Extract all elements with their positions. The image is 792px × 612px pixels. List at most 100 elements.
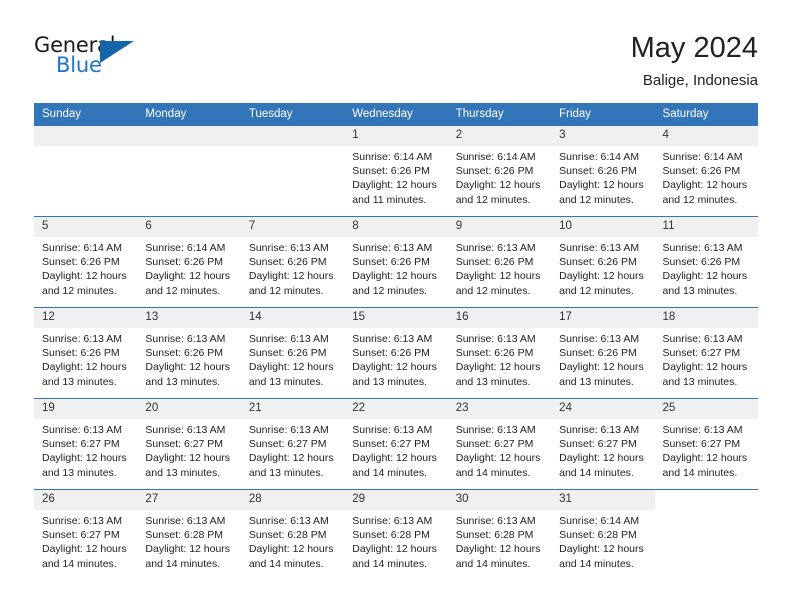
calendar-day-cell[interactable]: 30 Sunrise: 6:13 AM Sunset: 6:28 PM Dayligh…: [447, 489, 552, 580]
daylight-text-line2: and 13 minutes.: [662, 375, 738, 388]
calendar-day-cell[interactable]: 28 Sunrise: 6:13 AM Sunset: 6:28 PM Dayligh…: [240, 489, 345, 580]
day-details: Sunrise: 6:13 AM Sunset: 6:27 PM Daylight:…: [344, 419, 447, 480]
calendar-week-row: 5 Sunrise: 6:14 AM Sunset: 6:26 PM Daylight…: [34, 216, 758, 308]
daylight-text-line1: Daylight: 12 hours: [455, 179, 541, 192]
calendar-day-cell[interactable]: 24 Sunrise: 6:13 AM Sunset: 6:27 PM Dayligh…: [551, 398, 655, 490]
calendar-day-cell[interactable]: 16 Sunrise: 6:13 AM Sunset: 6:26 PM Dayligh…: [447, 307, 552, 399]
sunrise-text: Sunrise: 6:13 AM: [248, 242, 329, 254]
day-number: 9: [447, 217, 552, 237]
sunset-text: Sunset: 6:26 PM: [145, 256, 224, 269]
sunset-text: Sunset: 6:27 PM: [662, 438, 741, 451]
daylight-text-line1: Daylight: 12 hours: [559, 179, 644, 192]
sunset-text: Sunset: 6:28 PM: [559, 529, 637, 542]
daylight-text-line1: Daylight: 12 hours: [352, 270, 437, 283]
calendar-day-cell[interactable]: 1 Sunrise: 6:14 AM Sunset: 6:26 PM Daylight…: [344, 126, 448, 217]
daylight-text-line1: Daylight: 12 hours: [145, 270, 231, 283]
day-details: Sunrise: 6:13 AM Sunset: 6:26 PM Daylight:…: [34, 328, 137, 389]
calendar-day-cell[interactable]: 10 Sunrise: 6:13 AM Sunset: 6:26 PM Dayligh…: [551, 216, 655, 308]
daylight-text-line2: and 12 minutes.: [455, 284, 531, 297]
daylight-text-line1: Daylight: 12 hours: [662, 452, 748, 465]
calendar-day-cell[interactable]: 18 Sunrise: 6:13 AM Sunset: 6:27 PM Dayligh…: [654, 307, 758, 399]
day-number: 1: [344, 126, 448, 146]
day-number: 28: [240, 490, 345, 510]
day-details: Sunrise: 6:14 AM Sunset: 6:26 PM Daylight:…: [344, 146, 447, 207]
day-details: Sunrise: 6:14 AM Sunset: 6:26 PM Daylight:…: [448, 146, 551, 207]
calendar-day-cell[interactable]: 23 Sunrise: 6:13 AM Sunset: 6:27 PM Dayligh…: [447, 398, 552, 490]
sunset-text: Sunset: 6:26 PM: [42, 347, 120, 360]
calendar-day-cell[interactable]: 7 Sunrise: 6:13 AM Sunset: 6:26 PM Daylight…: [240, 216, 345, 308]
day-number: [34, 126, 138, 146]
sunrise-text: Sunrise: 6:14 AM: [352, 151, 433, 163]
sunrise-text: Sunrise: 6:14 AM: [145, 242, 226, 254]
calendar-day-cell[interactable]: 19 Sunrise: 6:13 AM Sunset: 6:27 PM Dayligh…: [34, 398, 138, 490]
sunset-text: Sunset: 6:27 PM: [42, 438, 120, 451]
sunrise-text: Sunrise: 6:13 AM: [559, 333, 640, 345]
day-details: Sunrise: 6:13 AM Sunset: 6:26 PM Daylight:…: [655, 237, 758, 298]
sunrise-text: Sunrise: 6:13 AM: [352, 242, 433, 254]
sunrise-text: Sunrise: 6:13 AM: [559, 242, 640, 254]
calendar-day-cell[interactable]: 15 Sunrise: 6:13 AM Sunset: 6:26 PM Dayligh…: [344, 307, 448, 399]
calendar-day-cell[interactable]: 29 Sunrise: 6:13 AM Sunset: 6:28 PM Dayligh…: [344, 489, 448, 580]
weekday-header-sunday: Sunday: [34, 103, 138, 126]
calendar-day-cell[interactable]: 31 Sunrise: 6:14 AM Sunset: 6:28 PM Dayligh…: [551, 489, 655, 580]
day-number: 30: [447, 490, 552, 510]
day-number: 16: [447, 308, 552, 328]
day-details: Sunrise: 6:13 AM Sunset: 6:28 PM Daylight:…: [448, 510, 551, 571]
calendar-day-cell[interactable]: 26 Sunrise: 6:13 AM Sunset: 6:27 PM Dayligh…: [34, 489, 138, 580]
daylight-text-line2: and 13 minutes.: [662, 284, 738, 297]
triangle-logo-icon: [100, 41, 134, 63]
calendar-day-cell[interactable]: 8 Sunrise: 6:13 AM Sunset: 6:26 PM Daylight…: [344, 216, 448, 308]
calendar-day-cell[interactable]: 14 Sunrise: 6:13 AM Sunset: 6:26 PM Dayligh…: [240, 307, 345, 399]
sunset-text: Sunset: 6:26 PM: [662, 165, 741, 178]
calendar-day-cell[interactable]: 9 Sunrise: 6:13 AM Sunset: 6:26 PM Daylight…: [447, 216, 552, 308]
sunrise-text: Sunrise: 6:13 AM: [455, 515, 536, 527]
day-number: 20: [137, 399, 241, 419]
calendar-day-cell[interactable]: 13 Sunrise: 6:13 AM Sunset: 6:26 PM Dayligh…: [137, 307, 241, 399]
sunrise-text: Sunrise: 6:14 AM: [42, 242, 122, 254]
day-details: Sunrise: 6:13 AM Sunset: 6:26 PM Daylight:…: [344, 328, 447, 389]
day-details: Sunrise: 6:13 AM Sunset: 6:26 PM Daylight:…: [137, 328, 240, 389]
daylight-text-line2: and 13 minutes.: [42, 466, 117, 479]
sunrise-text: Sunrise: 6:14 AM: [662, 151, 743, 163]
calendar-day-cell[interactable]: 17 Sunrise: 6:13 AM Sunset: 6:26 PM Dayligh…: [551, 307, 655, 399]
sunrise-text: Sunrise: 6:13 AM: [42, 333, 122, 345]
sunset-text: Sunset: 6:27 PM: [662, 347, 741, 360]
calendar-day-cell[interactable]: 22 Sunrise: 6:13 AM Sunset: 6:27 PM Dayligh…: [344, 398, 448, 490]
calendar-header-row: Sunday Monday Tuesday Wednesday Thursday…: [34, 103, 758, 126]
day-details: Sunrise: 6:13 AM Sunset: 6:26 PM Daylight:…: [344, 237, 447, 298]
calendar-day-cell[interactable]: 20 Sunrise: 6:13 AM Sunset: 6:27 PM Dayligh…: [137, 398, 241, 490]
calendar-page: General Blue May 2024 Balige, Indonesia …: [0, 0, 792, 612]
day-details: Sunrise: 6:13 AM Sunset: 6:27 PM Daylight:…: [551, 419, 654, 480]
sunrise-text: Sunrise: 6:13 AM: [455, 242, 536, 254]
calendar-week-row: 26 Sunrise: 6:13 AM Sunset: 6:27 PM Dayligh…: [34, 489, 758, 580]
day-details: Sunrise: 6:13 AM Sunset: 6:26 PM Daylight:…: [448, 328, 551, 389]
sunrise-text: Sunrise: 6:13 AM: [559, 424, 640, 436]
day-number: 27: [137, 490, 241, 510]
day-details: Sunrise: 6:13 AM Sunset: 6:28 PM Daylight:…: [241, 510, 344, 571]
calendar-day-cell[interactable]: 25 Sunrise: 6:13 AM Sunset: 6:27 PM Dayligh…: [654, 398, 758, 490]
calendar-day-cell[interactable]: 12 Sunrise: 6:13 AM Sunset: 6:26 PM Dayligh…: [34, 307, 138, 399]
daylight-text-line2: and 13 minutes.: [145, 375, 221, 388]
sunrise-text: Sunrise: 6:13 AM: [662, 424, 743, 436]
sunset-text: Sunset: 6:26 PM: [455, 165, 534, 178]
calendar-cell-empty: [137, 126, 241, 217]
sunrise-text: Sunrise: 6:14 AM: [559, 515, 640, 527]
day-number: 17: [551, 308, 655, 328]
day-details: Sunrise: 6:13 AM Sunset: 6:27 PM Daylight:…: [448, 419, 551, 480]
calendar-day-cell[interactable]: 5 Sunrise: 6:14 AM Sunset: 6:26 PM Daylight…: [34, 216, 138, 308]
calendar-day-cell[interactable]: 2 Sunrise: 6:14 AM Sunset: 6:26 PM Daylight…: [447, 126, 552, 217]
daylight-text-line1: Daylight: 12 hours: [248, 270, 334, 283]
daylight-text-line1: Daylight: 12 hours: [248, 543, 334, 556]
daylight-text-line1: Daylight: 12 hours: [42, 452, 127, 465]
calendar-day-cell[interactable]: 4 Sunrise: 6:14 AM Sunset: 6:26 PM Daylight…: [654, 126, 758, 217]
calendar-day-cell[interactable]: 11 Sunrise: 6:13 AM Sunset: 6:26 PM Dayligh…: [654, 216, 758, 308]
page-header: General Blue May 2024 Balige, Indonesia: [0, 0, 792, 103]
calendar-day-cell[interactable]: 3 Sunrise: 6:14 AM Sunset: 6:26 PM Daylight…: [551, 126, 655, 217]
sunset-text: Sunset: 6:26 PM: [145, 347, 224, 360]
calendar-day-cell[interactable]: 21 Sunrise: 6:13 AM Sunset: 6:27 PM Dayligh…: [240, 398, 345, 490]
day-details: Sunrise: 6:14 AM Sunset: 6:26 PM Daylight:…: [34, 237, 137, 298]
calendar-day-cell[interactable]: 6 Sunrise: 6:14 AM Sunset: 6:26 PM Daylight…: [137, 216, 241, 308]
calendar-day-cell[interactable]: 27 Sunrise: 6:13 AM Sunset: 6:28 PM Dayligh…: [137, 489, 241, 580]
day-number: 21: [240, 399, 345, 419]
general-blue-logo[interactable]: General Blue: [34, 33, 154, 81]
